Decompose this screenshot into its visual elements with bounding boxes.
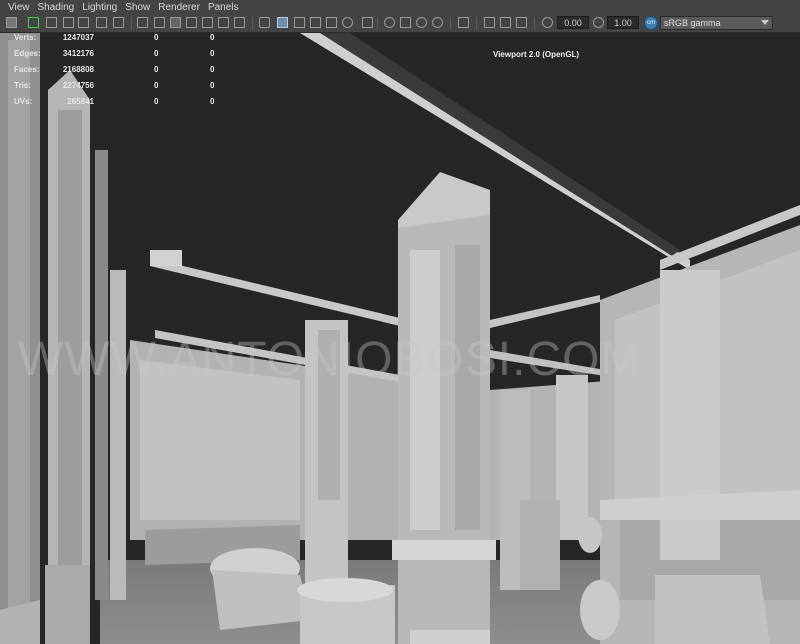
safe-action-icon[interactable] xyxy=(218,17,229,28)
backface-culling-icon[interactable] xyxy=(516,17,527,28)
camera-icon[interactable] xyxy=(6,17,17,28)
hud-value-components: 0 xyxy=(210,49,215,58)
hud-value-components: 0 xyxy=(210,33,215,42)
hud-value-total: 3412176 xyxy=(62,49,94,58)
view-transform-dropdown[interactable]: sRGB gamma xyxy=(660,16,773,30)
hud-row-edges: Edges: 3412176 0 0 xyxy=(14,49,234,62)
hud-value-total: 2274756 xyxy=(62,81,94,90)
toolbar-separator xyxy=(131,17,132,30)
field-chart-icon[interactable] xyxy=(202,17,213,28)
grid-icon[interactable] xyxy=(137,17,148,28)
gamma-icon[interactable] xyxy=(593,17,604,28)
menu-lighting[interactable]: Lighting xyxy=(82,0,117,15)
panel-menu-bar: View Shading Lighting Show Renderer Pane… xyxy=(0,0,800,15)
menu-shading[interactable]: Shading xyxy=(38,0,75,15)
hud-value-selected: 0 xyxy=(154,81,159,90)
isolate-select-icon[interactable] xyxy=(432,17,443,28)
hud-label: Faces: xyxy=(14,65,40,74)
gate-mask-icon[interactable] xyxy=(186,17,197,28)
toolbar-separator xyxy=(377,17,378,30)
image-plane-icon[interactable] xyxy=(78,17,89,28)
depth-of-field-icon[interactable] xyxy=(416,17,427,28)
wireframe-icon[interactable] xyxy=(259,17,270,28)
hud-row-uvs: UVs: 265841 0 0 xyxy=(14,97,234,110)
menu-show[interactable]: Show xyxy=(125,0,150,15)
x-ray-joints-icon[interactable] xyxy=(484,17,495,28)
x-ray-icon[interactable] xyxy=(458,17,469,28)
motion-blur-icon[interactable] xyxy=(384,17,395,28)
toolbar-separator xyxy=(450,17,451,30)
panel-toolbar: 0.00 1.00 cm sRGB gamma xyxy=(0,15,800,33)
hud-value-components: 0 xyxy=(210,81,215,90)
hud-row-tris: Tris: 2274756 0 0 xyxy=(14,81,234,94)
hud-value-total: 1247037 xyxy=(62,33,94,42)
hud-label: Edges: xyxy=(14,49,41,58)
view-transform-value: sRGB gamma xyxy=(664,18,721,28)
hud-value-selected: 0 xyxy=(154,33,159,42)
color-management-icon[interactable]: cm xyxy=(644,16,658,30)
watermark: WWW.ANTONIOBOSI.COM xyxy=(18,333,642,386)
textured-icon[interactable] xyxy=(310,17,321,28)
menu-panels[interactable]: Panels xyxy=(208,0,239,15)
camera-attributes-icon[interactable] xyxy=(46,17,57,28)
screen-space-ao-icon[interactable] xyxy=(362,17,373,28)
smooth-shade-icon[interactable] xyxy=(277,17,288,28)
film-gate-toggle-icon[interactable] xyxy=(154,17,165,28)
toolbar-separator xyxy=(476,17,477,30)
grease-pencil-icon[interactable] xyxy=(113,17,124,28)
bookmark-icon[interactable] xyxy=(63,17,74,28)
toolbar-separator xyxy=(534,17,535,30)
hud-value-total: 2168808 xyxy=(62,65,94,74)
chevron-down-icon xyxy=(761,20,769,25)
hud-value-selected: 0 xyxy=(154,49,159,58)
resolution-gate-icon[interactable] xyxy=(170,17,181,28)
gamma-field[interactable]: 1.00 xyxy=(607,16,639,29)
wireframe-on-shaded-icon[interactable] xyxy=(294,17,305,28)
hud-value-selected: 0 xyxy=(154,97,159,106)
safe-title-icon[interactable] xyxy=(234,17,245,28)
use-all-lights-icon[interactable] xyxy=(326,17,337,28)
x-ray-active-components-icon[interactable] xyxy=(500,17,511,28)
menu-renderer[interactable]: Renderer xyxy=(158,0,200,15)
film-gate-icon[interactable] xyxy=(28,17,39,28)
hud-row-verts: Verts: 1247037 0 0 xyxy=(14,33,234,46)
exposure-icon[interactable] xyxy=(542,17,553,28)
hud-label: Verts: xyxy=(14,33,37,42)
hud-value-selected: 0 xyxy=(154,65,159,74)
toolbar-separator xyxy=(252,17,253,30)
hud-value-total: 265841 xyxy=(67,97,94,106)
hud-label: UVs: xyxy=(14,97,33,106)
renderer-label: Viewport 2.0 (OpenGL) xyxy=(493,50,580,59)
hud-label: Tris: xyxy=(14,81,31,90)
hud-value-components: 0 xyxy=(210,65,215,74)
hud-value-components: 0 xyxy=(210,97,215,106)
two-d-pan-zoom-icon[interactable] xyxy=(96,17,107,28)
exposure-field[interactable]: 0.00 xyxy=(557,16,589,29)
menu-view[interactable]: View xyxy=(8,0,30,15)
shadows-icon[interactable] xyxy=(342,17,353,28)
hud-row-faces: Faces: 2168808 0 0 xyxy=(14,65,234,78)
anti-aliasing-icon[interactable] xyxy=(400,17,411,28)
